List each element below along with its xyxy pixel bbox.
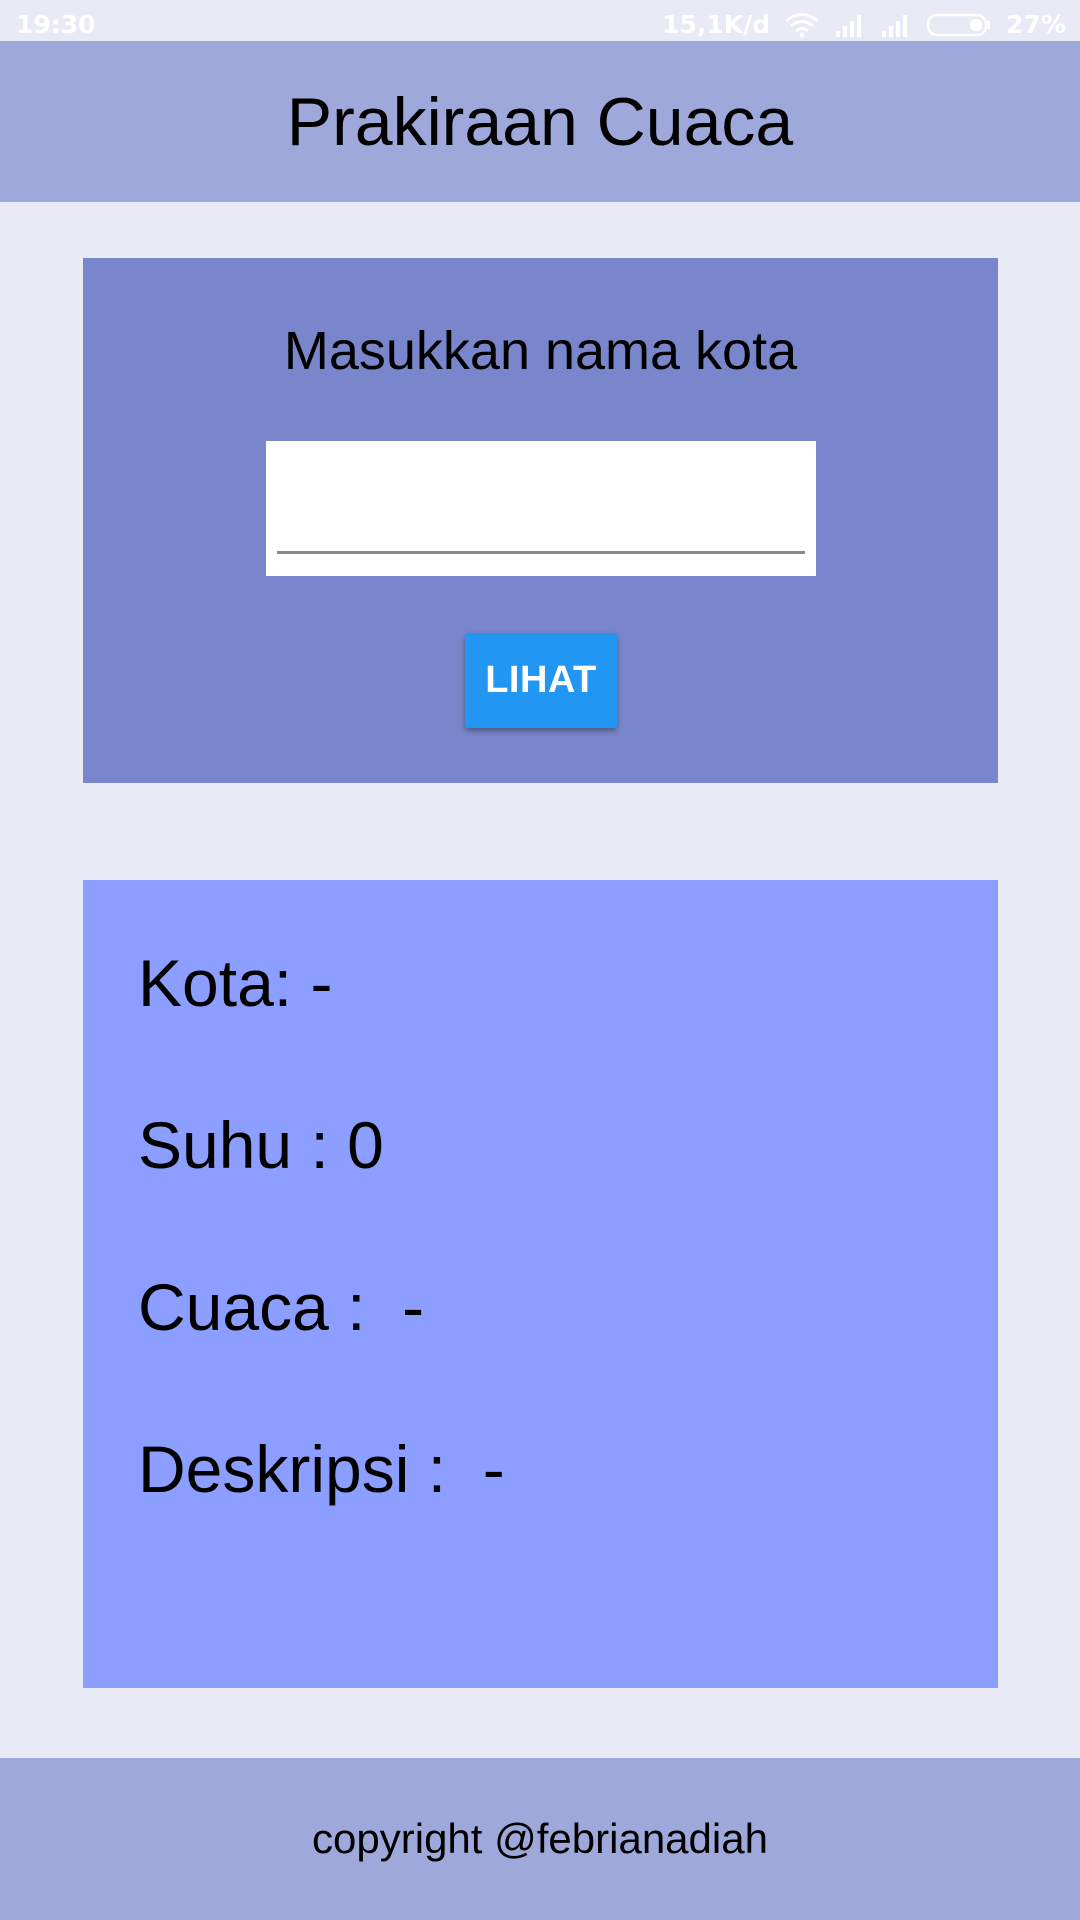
description-result: Deskripsi : - xyxy=(138,1432,505,1506)
wifi-icon xyxy=(784,12,820,38)
app-bar: Prakiraan Cuaca xyxy=(0,41,1080,202)
copyright-text: copyright @febrianadiah xyxy=(312,1815,768,1862)
signal-icon xyxy=(880,13,912,37)
status-bar: 19:30 15,1K/d 27% xyxy=(0,0,1080,41)
city-input[interactable] xyxy=(277,461,805,554)
battery-percent: 27% xyxy=(1006,10,1066,39)
lihat-button[interactable]: LIHAT xyxy=(465,633,617,728)
temperature-result: Suhu : 0 xyxy=(138,1108,384,1182)
battery-icon xyxy=(926,12,992,38)
weather-result: Cuaca : - xyxy=(138,1270,425,1344)
search-card: Masukkan nama kota LIHAT xyxy=(83,258,998,783)
weather-result-card: Kota: - Suhu : 0 Cuaca : - Deskripsi : - xyxy=(83,880,998,1688)
signal-icon xyxy=(834,13,866,37)
city-result: Kota: - xyxy=(138,946,333,1020)
footer: copyright @febrianadiah xyxy=(0,1758,1080,1920)
app-title: Prakiraan Cuaca xyxy=(286,83,794,160)
status-right: 15,1K/d 27% xyxy=(662,10,1066,39)
city-input-label: Masukkan nama kota xyxy=(283,321,798,381)
city-input-container xyxy=(266,441,816,576)
status-time: 19:30 xyxy=(16,10,96,39)
network-speed: 15,1K/d xyxy=(662,10,771,39)
